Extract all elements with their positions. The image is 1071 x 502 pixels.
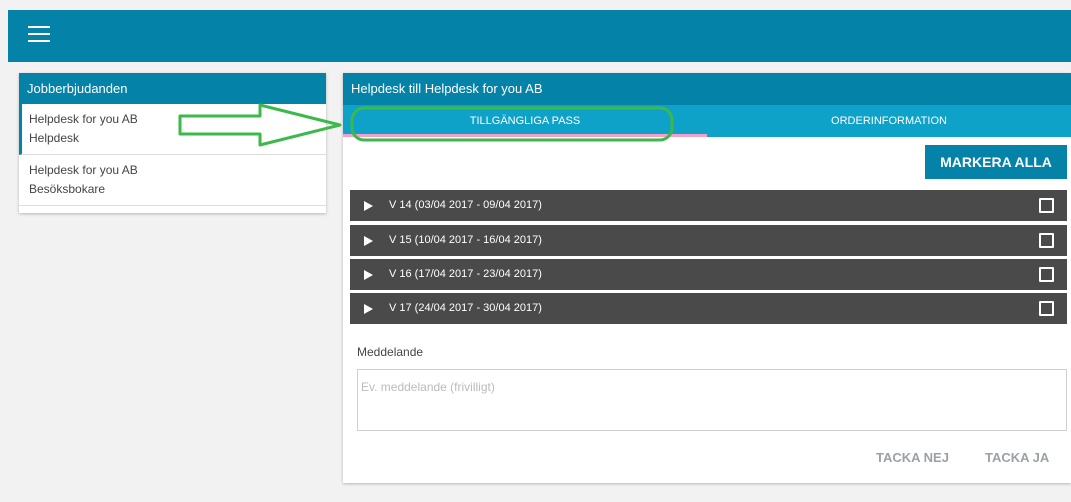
week-row-14[interactable]: V 14 (03/04 2017 - 09/04 2017) (350, 190, 1067, 221)
week-label: V 16 (17/04 2017 - 23/04 2017) (389, 268, 542, 280)
job-offer-item-besoksbokare[interactable]: Helpdesk for you AB Besöksbokare (19, 155, 326, 206)
week-checkbox[interactable] (1039, 267, 1054, 282)
tab-order-information[interactable]: ORDERINFORMATION (707, 105, 1071, 137)
expand-arrow-icon[interactable] (364, 270, 373, 280)
active-tab-indicator (343, 134, 707, 137)
message-label: Meddelande (357, 345, 424, 359)
expand-arrow-icon[interactable] (364, 304, 373, 314)
week-label: V 14 (03/04 2017 - 09/04 2017) (389, 199, 542, 211)
tab-available-shifts[interactable]: TILLGÄNGLIGA PASS (343, 105, 707, 137)
job-offers-panel: Jobberbjudanden Helpdesk for you AB Help… (19, 73, 326, 213)
top-app-bar (8, 10, 1071, 62)
job-detail-title: Helpdesk till Helpdesk for you AB (343, 73, 1071, 105)
week-checkbox[interactable] (1039, 233, 1054, 248)
week-checkbox[interactable] (1039, 198, 1054, 213)
expand-arrow-icon[interactable] (364, 201, 373, 211)
hamburger-menu-icon[interactable] (28, 26, 50, 44)
decline-button[interactable]: TACKA NEJ (876, 450, 949, 465)
week-row-17[interactable]: V 17 (24/04 2017 - 30/04 2017) (350, 293, 1067, 324)
job-offer-company: Helpdesk for you AB (29, 163, 138, 177)
week-checkbox[interactable] (1039, 301, 1054, 316)
week-row-16[interactable]: V 16 (17/04 2017 - 23/04 2017) (350, 259, 1067, 290)
accept-button[interactable]: TACKA JA (985, 450, 1049, 465)
job-detail-panel: Helpdesk till Helpdesk for you AB TILLGÄ… (343, 73, 1071, 483)
mark-all-button[interactable]: MARKERA ALLA (925, 145, 1067, 179)
expand-arrow-icon[interactable] (364, 236, 373, 246)
week-label: V 17 (24/04 2017 - 30/04 2017) (389, 302, 542, 314)
job-offers-title: Jobberbjudanden (19, 73, 326, 104)
tab-bar: TILLGÄNGLIGA PASS ORDERINFORMATION (343, 105, 1071, 137)
week-label: V 15 (10/04 2017 - 16/04 2017) (389, 234, 542, 246)
week-row-15[interactable]: V 15 (10/04 2017 - 16/04 2017) (350, 225, 1067, 256)
job-offer-company: Helpdesk for you AB (29, 112, 138, 126)
message-input[interactable] (357, 369, 1067, 431)
job-offer-item-helpdesk[interactable]: Helpdesk for you AB Helpdesk (19, 104, 326, 155)
job-offer-role: Helpdesk (29, 131, 80, 145)
job-offer-role: Besöksbokare (29, 182, 106, 196)
